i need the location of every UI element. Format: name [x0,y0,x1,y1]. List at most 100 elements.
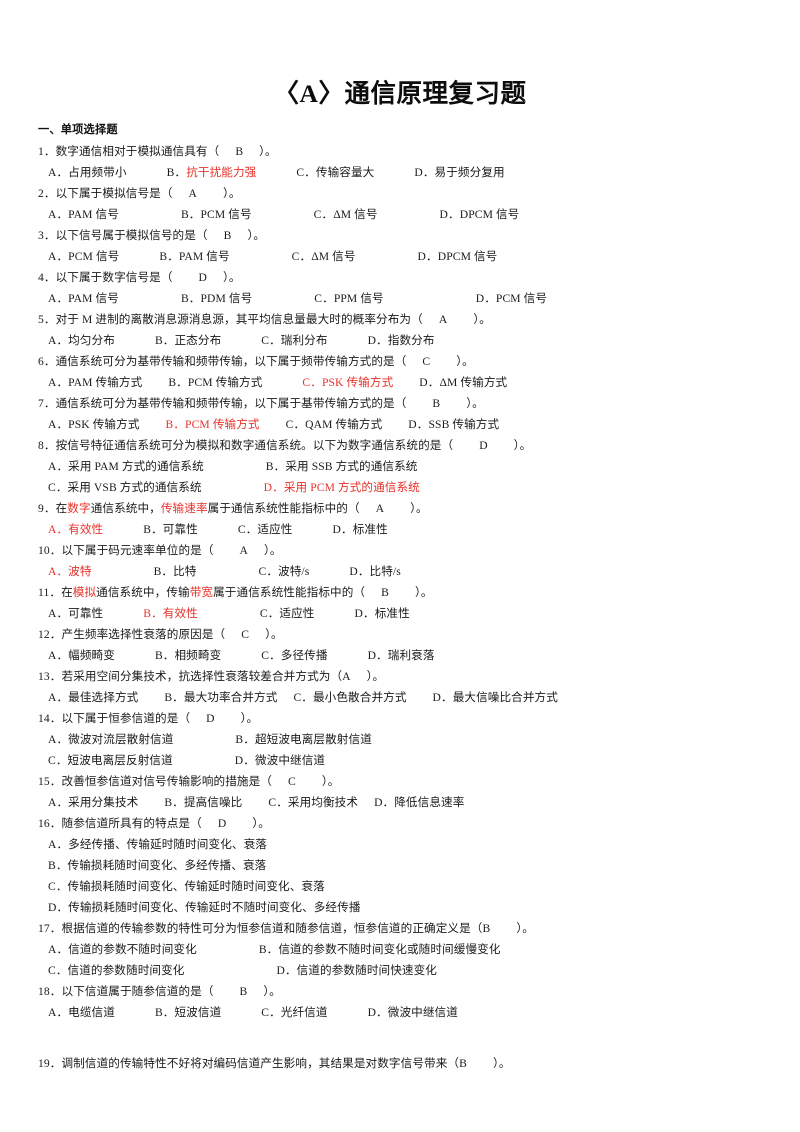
option-a[interactable]: A．PAM 传输方式 [48,372,142,393]
question-text-mid: 通信系统中，传输 [96,586,190,599]
option-d[interactable]: D．微波中继信道 [368,1002,458,1023]
option-c[interactable]: C．PPM 信号 [314,288,383,309]
option-d[interactable]: D．PCM 信号 [476,288,547,309]
option-b[interactable]: B．正态分布 [155,330,221,351]
question-stem-close: ）。 [263,985,281,998]
option-d[interactable]: D．最大信噪比合并方式 [433,687,558,708]
option-d[interactable]: D．指数分布 [368,330,435,351]
option-d[interactable]: D．瑞利衰落 [368,645,435,666]
option-text: 采用 SSB 方式的通信系统 [285,460,418,473]
option-b[interactable]: B．PDM 信号 [181,288,252,309]
option-c[interactable]: C．多径传播 [261,645,327,666]
option-c[interactable]: C．光纤信道 [261,1002,327,1023]
option-a[interactable]: A．均匀分布 [48,330,115,351]
option-a[interactable]: A．采用 PAM 方式的通信系统 [48,456,204,477]
option-text: PAM 传输方式 [68,376,143,389]
option-b[interactable]: B．PCM 传输方式 [166,414,260,435]
option-a[interactable]: A．多经传播、传输延时随时间变化、衰落 [48,834,267,855]
question-number: 6． [38,355,56,368]
option-a[interactable]: A．有效性 [48,519,103,540]
option-text: 信道的参数不随时间变化 [68,943,197,956]
option-d[interactable]: D．标准性 [333,519,388,540]
option-a[interactable]: A．微波对流层散射信道 [48,729,173,750]
option-c[interactable]: C．瑞利分布 [261,330,327,351]
option-a[interactable]: A．PSK 传输方式 [48,414,140,435]
question-answer: D [217,817,227,830]
option-a[interactable]: A．PAM 信号 [48,204,119,225]
option-c[interactable]: C．短波电离层反射信道 [48,750,173,771]
option-row: C．采用 VSB 方式的通信系统 D．采用 PCM 方式的通信系统 [38,477,770,498]
option-d[interactable]: D．标准性 [355,603,410,624]
option-text: PCM 传输方式 [185,418,260,431]
option-c[interactable]: C．信道的参数随时间变化 [48,960,184,981]
question-stem-close: ）。 [240,712,259,725]
option-row: A．微波对流层散射信道 B．超短波电离层散射信道 [38,729,770,750]
option-label: D． [367,334,388,347]
option-d[interactable]: D．易于频分复用 [414,162,504,183]
option-b[interactable]: B．PCM 传输方式 [168,372,262,393]
option-b[interactable]: B．可靠性 [143,519,198,540]
option-text: 标准性 [374,607,410,620]
option-d[interactable]: D．DPCM 信号 [440,204,520,225]
option-b[interactable]: B．比特 [154,561,197,582]
option-b[interactable]: B．PCM 信号 [181,204,252,225]
option-d[interactable]: D．采用 PCM 方式的通信系统 [264,477,420,498]
option-label: A． [48,418,69,431]
option-d[interactable]: D．降低信息速率 [374,792,464,813]
option-b[interactable]: B．提高信噪比 [164,792,242,813]
option-a[interactable]: A．最佳选择方式 [48,687,138,708]
option-text: PSK 传输方式 [321,376,394,389]
option-a[interactable]: A．采用分集技术 [48,792,138,813]
option-a[interactable]: A．幅频畸变 [48,645,115,666]
option-c[interactable]: C．QAM 传输方式 [286,414,383,435]
option-c[interactable]: C．适应性 [260,603,315,624]
option-b[interactable]: B．PAM 信号 [159,246,229,267]
option-c[interactable]: C．PSK 传输方式 [302,372,393,393]
option-a[interactable]: A．PCM 信号 [48,246,119,267]
question-text-tail: 属于通信系统性能指标中的（ [207,502,360,515]
option-d[interactable]: D．微波中继信道 [235,750,325,771]
option-d[interactable]: D．DPCM 信号 [418,246,498,267]
option-c[interactable]: C．采用 VSB 方式的通信系统 [48,477,202,498]
option-a[interactable]: A．信道的参数不随时间变化 [48,939,197,960]
option-text: 传输损耗随时间变化、传输延时随时间变化、衰落 [67,880,325,893]
option-b[interactable]: B．采用 SSB 方式的通信系统 [266,456,418,477]
option-a[interactable]: A．占用频带小 [48,162,127,183]
option-label: D． [408,418,429,431]
option-c[interactable]: C．传输容量大 [296,162,374,183]
option-d[interactable]: D．SSB 传输方式 [408,414,499,435]
option-a[interactable]: A．电缆信道 [48,1002,115,1023]
option-b[interactable]: B．超短波电离层散射信道 [235,729,371,750]
question-stem: 1．数字通信相对于模拟通信具有（ B ）。 [38,141,770,162]
option-d[interactable]: D．传输损耗随时间变化、传输延时不随时间变化、多经传播 [48,897,361,918]
option-label: A． [48,649,69,662]
option-c[interactable]: C．ΔM 信号 [314,204,378,225]
option-a[interactable]: A．波特 [48,561,92,582]
option-label: C． [48,964,68,977]
option-d[interactable]: D．信道的参数随时间快速变化 [276,960,437,981]
question-stem-close: ）。 [466,397,484,410]
option-b[interactable]: B．短波信道 [155,1002,221,1023]
option-b[interactable]: B．传输损耗随时间变化、多经传播、衰落 [48,855,266,876]
option-c[interactable]: C．波特/s [258,561,309,582]
option-c[interactable]: C．传输损耗随时间变化、传输延时随时间变化、衰落 [48,876,325,897]
option-row: A．PAM 传输方式 B．PCM 传输方式 C．PSK 传输方式 D．ΔM 传输方式 [38,372,770,393]
option-b[interactable]: B．最大功率合并方式 [164,687,277,708]
option-d[interactable]: D．ΔM 传输方式 [419,372,507,393]
option-text: 均匀分布 [68,334,115,347]
option-a[interactable]: A．可靠性 [48,603,103,624]
option-a[interactable]: A．PAM 信号 [48,288,119,309]
option-label: D． [48,901,69,914]
option-c[interactable]: C．ΔM 信号 [292,246,356,267]
question-text: 根据信道的传输参数的特性可分为恒参信道和随参信道，恒参信道的正确定义是（ [61,922,483,935]
option-c[interactable]: C．采用均衡技术 [268,792,358,813]
question-stem-close: ）。 [252,817,270,830]
option-c[interactable]: C．最小色散合并方式 [293,687,406,708]
option-b[interactable]: B．信道的参数不随时间变化或随时间缓慢变化 [259,939,501,960]
option-d[interactable]: D．比特/s [349,561,401,582]
option-b[interactable]: B．相频畸变 [155,645,221,666]
option-b[interactable]: B．抗干扰能力强 [167,162,257,183]
option-b[interactable]: B．有效性 [143,603,198,624]
option-c[interactable]: C．适应性 [238,519,293,540]
question-highlight-1: 数字 [67,502,91,515]
